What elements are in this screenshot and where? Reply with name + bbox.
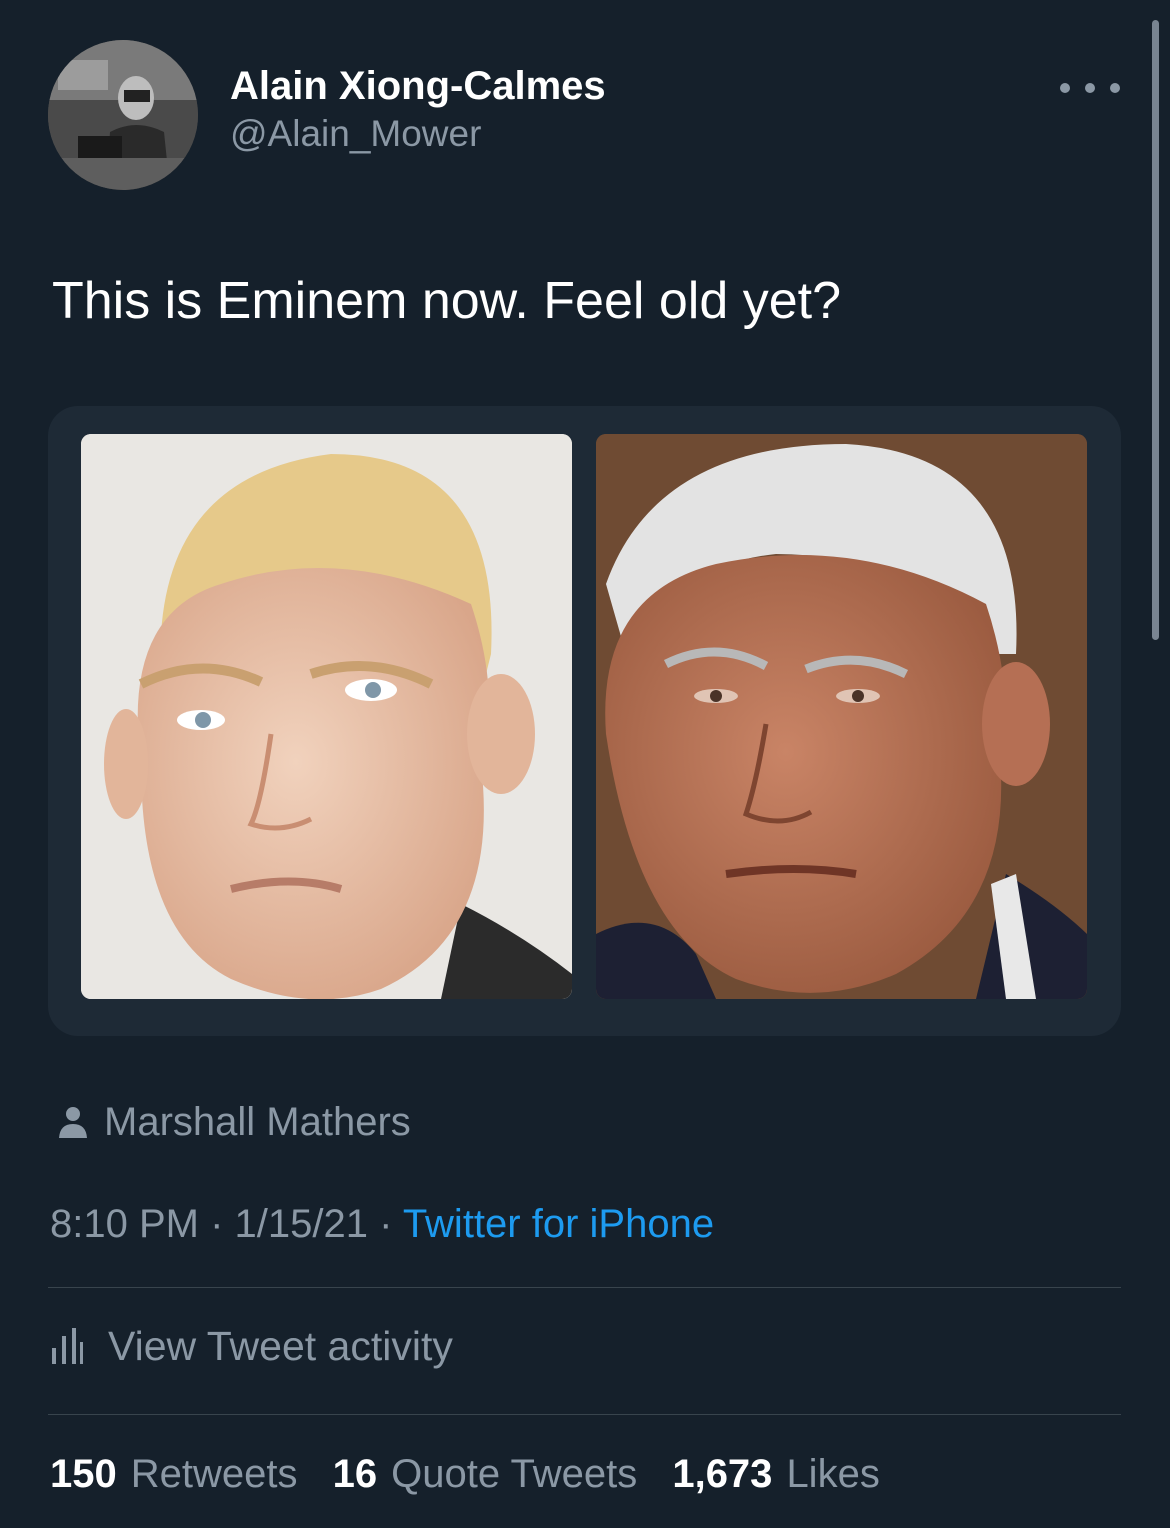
retweets-label: Retweets xyxy=(130,1452,298,1496)
bar-chart-icon xyxy=(52,1328,83,1364)
tweet-time: 8:10 PM xyxy=(50,1202,199,1246)
divider xyxy=(48,1287,1121,1288)
retweets-stat[interactable]: 150 Retweets xyxy=(50,1452,298,1496)
portrait-photo-older-white-haired-man xyxy=(596,434,1087,999)
more-dot xyxy=(1060,83,1070,93)
more-dot xyxy=(1110,83,1120,93)
view-tweet-activity-label[interactable]: View Tweet activity xyxy=(108,1323,453,1370)
quote-tweets-stat[interactable]: 16 Quote Tweets xyxy=(333,1452,638,1496)
tweet-metadata: 8:10 PM · 1/15/21 · Twitter for iPhone xyxy=(50,1198,714,1250)
tagged-person-name[interactable]: Marshall Mathers xyxy=(104,1100,411,1145)
author-handle[interactable]: @Alain_Mower xyxy=(230,112,606,156)
view-tweet-activity-button[interactable]: View Tweet activity xyxy=(50,1318,453,1374)
avatar-photo xyxy=(48,40,198,190)
tweet-header: Alain Xiong-Calmes @Alain_Mower xyxy=(48,40,1120,190)
media-image-1[interactable] xyxy=(81,434,572,999)
portrait-photo-young-blond-man xyxy=(81,434,572,999)
media-image-2[interactable] xyxy=(596,434,1087,999)
meta-separator: · xyxy=(198,1202,235,1246)
tweet-text: This is Eminem now. Feel old yet? xyxy=(52,272,841,330)
tweet-source-link[interactable]: Twitter for iPhone xyxy=(403,1202,714,1246)
quote-tweets-count: 16 xyxy=(332,1452,378,1496)
person-icon xyxy=(59,1107,87,1138)
media-container xyxy=(48,406,1121,1036)
likes-label: Likes xyxy=(786,1452,880,1496)
meta-separator: · xyxy=(367,1202,403,1246)
retweets-count: 150 xyxy=(50,1452,117,1496)
scrollbar[interactable] xyxy=(1152,20,1159,640)
likes-count: 1,673 xyxy=(672,1452,773,1496)
avatar[interactable] xyxy=(48,40,198,190)
author-info[interactable]: Alain Xiong-Calmes @Alain_Mower xyxy=(230,62,606,156)
tagged-people[interactable]: Marshall Mathers xyxy=(56,1096,411,1148)
more-horizontal-icon[interactable] xyxy=(1060,76,1120,100)
author-display-name[interactable]: Alain Xiong-Calmes xyxy=(230,62,606,110)
quote-tweets-label: Quote Tweets xyxy=(391,1452,638,1496)
more-dot xyxy=(1085,83,1095,93)
tweet-stats: 150 Retweets 16 Quote Tweets 1,673 Likes xyxy=(50,1448,904,1500)
divider xyxy=(48,1414,1121,1415)
likes-stat[interactable]: 1,673 Likes xyxy=(672,1452,880,1496)
tweet-date: 1/15/21 xyxy=(234,1202,368,1246)
